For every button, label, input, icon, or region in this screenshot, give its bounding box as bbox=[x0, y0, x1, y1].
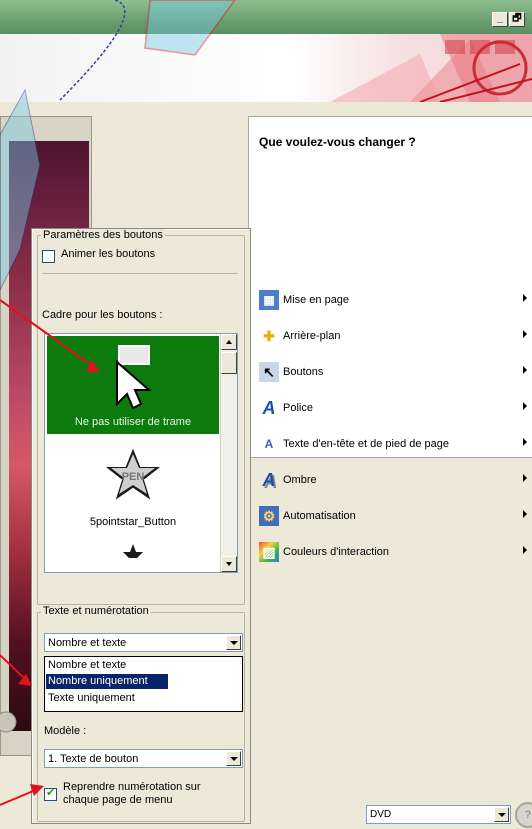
highlight-shape bbox=[144, 0, 236, 56]
arrow-head-icon bbox=[18, 674, 32, 686]
arrow-to-frame bbox=[0, 299, 96, 369]
arrow-head-icon bbox=[30, 784, 44, 796]
arrow-to-numbering bbox=[0, 654, 27, 681]
annotation-layer bbox=[0, 0, 236, 806]
highlight-shape-left bbox=[0, 88, 41, 291]
arrow-head-icon bbox=[86, 360, 100, 372]
arrow-to-restart bbox=[0, 788, 39, 806]
preview-nav-button[interactable] bbox=[0, 711, 17, 733]
selection-marquee bbox=[59, 0, 126, 101]
